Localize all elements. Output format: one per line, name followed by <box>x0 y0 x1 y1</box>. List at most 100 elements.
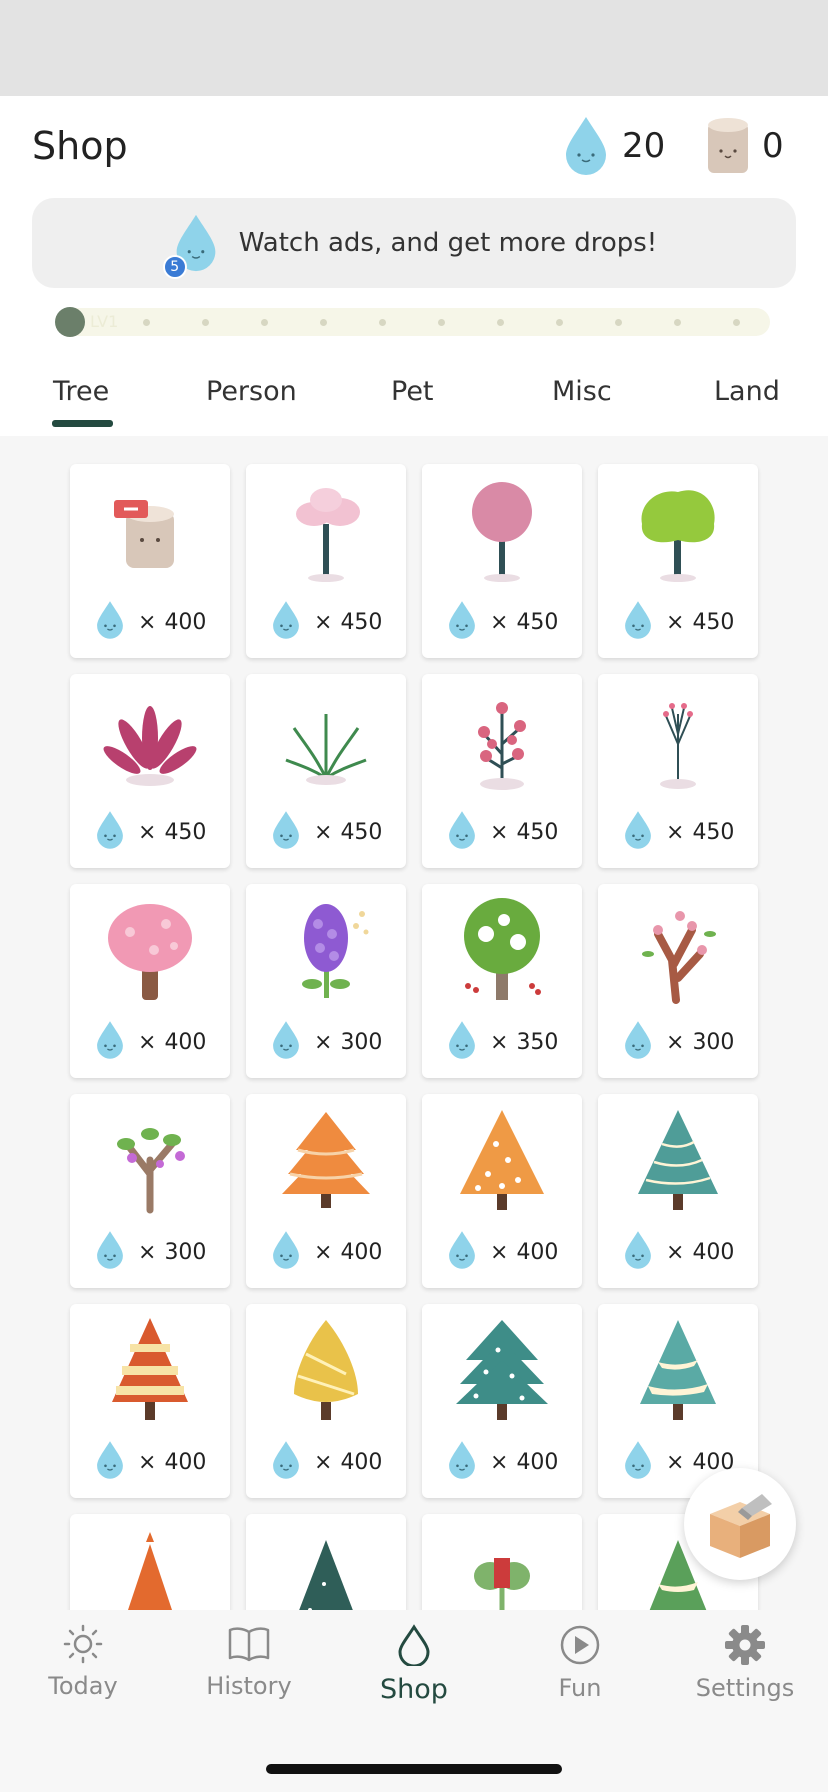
shop-item-card[interactable]: × 400 <box>422 1094 582 1288</box>
drops-counter[interactable]: 20 <box>562 114 665 178</box>
red-striped-pine-image <box>90 1314 210 1424</box>
shop-item-card[interactable]: × 450 <box>70 674 230 868</box>
pink-blossom-tree-image <box>266 474 386 584</box>
bare-flower-tree-image <box>618 894 738 1004</box>
shop-item-card[interactable]: × 450 <box>422 674 582 868</box>
price-value: 400 <box>516 1449 559 1475</box>
shop-item-card[interactable]: × 300 <box>598 884 758 1078</box>
level-dot <box>497 319 504 326</box>
shop-item-card[interactable]: × 350 <box>422 884 582 1078</box>
nav-history-label: History <box>206 1672 292 1700</box>
pink-round-tree-image <box>442 474 562 584</box>
item-price: × 300 <box>622 1020 734 1064</box>
tab-tree[interactable]: Tree <box>53 376 109 407</box>
drops-count: 20 <box>622 126 666 166</box>
price-value: 400 <box>164 609 207 635</box>
level-label: LV1 <box>90 312 119 331</box>
nav-shop[interactable]: Shop <box>331 1624 497 1724</box>
drop-icon <box>446 1230 478 1274</box>
gear-icon <box>725 1625 765 1665</box>
item-price: × 450 <box>94 810 206 854</box>
item-price: × 450 <box>446 600 558 644</box>
shop-item-card[interactable]: × 400 <box>246 1304 406 1498</box>
item-price: × 400 <box>446 1230 558 1274</box>
drop-icon <box>446 810 478 854</box>
item-price: × 400 <box>622 1230 734 1274</box>
item-price: × 400 <box>94 1020 206 1064</box>
price-value: 400 <box>340 1449 383 1475</box>
drop-icon <box>622 1020 654 1064</box>
price-value: 400 <box>164 1449 207 1475</box>
price-value: 300 <box>692 1029 735 1055</box>
tab-pet[interactable]: Pet <box>391 376 434 407</box>
drop-icon <box>622 1230 654 1274</box>
shop-item-card[interactable]: × 400 <box>598 1094 758 1288</box>
gift-box-button[interactable] <box>684 1468 796 1580</box>
tab-land[interactable]: Land <box>714 376 780 407</box>
price-value: 400 <box>164 1029 207 1055</box>
shop-item-card[interactable]: × 450 <box>422 464 582 658</box>
watch-ads-banner[interactable]: 5 Watch ads, and get more drops! <box>32 198 796 288</box>
price-multiplier: × <box>138 819 157 845</box>
nav-history[interactable]: History <box>166 1624 332 1724</box>
bottom-nav: Today History Shop Fun Settings <box>0 1610 828 1792</box>
nav-fun[interactable]: Fun <box>497 1624 663 1724</box>
price-multiplier: × <box>666 1029 685 1055</box>
price-value: 400 <box>516 1239 559 1265</box>
shop-header: Shop 20 0 <box>0 96 828 198</box>
ad-banner-text: Watch ads, and get more drops! <box>238 228 658 258</box>
shop-item-card[interactable] <box>422 1514 582 1610</box>
price-multiplier: × <box>138 609 157 635</box>
teal-pine-image <box>618 1104 738 1214</box>
nav-shop-label: Shop <box>380 1674 448 1705</box>
price-value: 400 <box>340 1239 383 1265</box>
level-progress-bar: LV1 <box>55 307 770 337</box>
drop-icon <box>94 1230 126 1274</box>
shop-item-card[interactable]: × 450 <box>246 674 406 868</box>
status-bar <box>0 0 828 96</box>
drop-icon <box>566 117 606 175</box>
shop-item-card[interactable]: × 400 <box>70 1304 230 1498</box>
shop-item-card[interactable]: × 400 <box>246 1094 406 1288</box>
item-price: × 450 <box>622 810 734 854</box>
drop-outline-icon <box>398 1624 430 1668</box>
book-icon <box>228 1627 270 1662</box>
logs-counter[interactable]: 0 <box>706 114 784 178</box>
price-multiplier: × <box>314 1449 333 1475</box>
price-value: 450 <box>692 819 735 845</box>
price-multiplier: × <box>666 1449 685 1475</box>
shop-item-card[interactable]: × 450 <box>598 464 758 658</box>
shop-item-card[interactable]: × 450 <box>246 464 406 658</box>
shop-item-card[interactable]: × 450 <box>598 674 758 868</box>
item-price: × 300 <box>94 1230 206 1274</box>
level-dot <box>143 319 150 326</box>
gift-plant-image <box>442 1524 562 1610</box>
level-dot <box>202 319 209 326</box>
shop-item-card[interactable]: × 300 <box>246 884 406 1078</box>
nav-today[interactable]: Today <box>0 1624 166 1724</box>
price-multiplier: × <box>490 1029 509 1055</box>
shop-item-card[interactable]: × 400 <box>70 464 230 658</box>
sakura-tree-image <box>90 894 210 1004</box>
nav-settings[interactable]: Settings <box>662 1624 828 1724</box>
item-price: × 400 <box>94 1440 206 1484</box>
price-value: 450 <box>340 609 383 635</box>
hyacinth-image <box>266 894 386 1004</box>
shop-item-card[interactable] <box>246 1514 406 1610</box>
drop-icon <box>270 600 302 644</box>
flowering-apple-tree-image <box>442 894 562 1004</box>
price-multiplier: × <box>490 609 509 635</box>
nav-settings-label: Settings <box>695 1674 795 1702</box>
item-price: × 350 <box>446 1020 558 1064</box>
tab-person[interactable]: Person <box>206 376 297 407</box>
price-multiplier: × <box>138 1239 157 1265</box>
tab-misc[interactable]: Misc <box>552 376 612 407</box>
drop-icon <box>270 810 302 854</box>
shop-item-card[interactable]: × 300 <box>70 1094 230 1288</box>
drop-icon <box>446 1020 478 1064</box>
drop-icon <box>446 1440 478 1484</box>
shop-item-card[interactable] <box>70 1514 230 1610</box>
lilac-tree-image <box>90 1104 210 1214</box>
shop-item-card[interactable]: × 400 <box>422 1304 582 1498</box>
shop-item-card[interactable]: × 400 <box>70 884 230 1078</box>
